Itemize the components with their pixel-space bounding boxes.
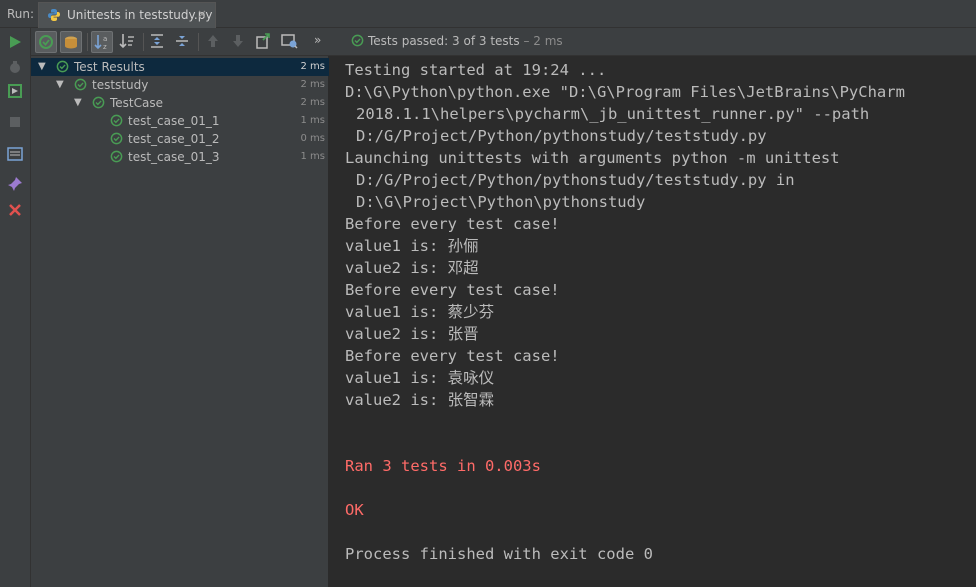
toolbar-overflow-icon[interactable]: » [314, 33, 321, 47]
show-ignored-button[interactable] [60, 31, 82, 53]
tree-row-test-case-01-1[interactable]: test_case_01_1 1 ms [31, 112, 329, 130]
tree-row-label: teststudy [92, 78, 149, 92]
tree-row-label: TestCase [110, 96, 163, 110]
sort-alphabetically-button[interactable]: a z [91, 31, 113, 53]
export-icon [256, 33, 270, 49]
tree-row-duration: 1 ms [300, 115, 326, 126]
console-line: Before every test case! [345, 215, 560, 233]
console-line: value2 is: 张晋 [345, 325, 479, 343]
tree-row-duration: 2 ms [300, 79, 326, 90]
tree-row-test-case-01-3[interactable]: test_case_01_3 1 ms [31, 148, 329, 166]
close-icon[interactable] [7, 202, 23, 218]
check-circle-icon [110, 150, 123, 163]
expand-arrow-icon[interactable]: ▼ [74, 97, 82, 108]
console-line: Launching unittests with arguments pytho… [345, 149, 840, 167]
console-line: Before every test case! [345, 281, 560, 299]
tree-row-label: Test Results [74, 60, 145, 74]
run-side-toolbar [0, 28, 31, 587]
run-tool-window-header: Run: Unittests in teststudy.py × [0, 0, 976, 28]
check-circle-icon [56, 60, 69, 73]
tree-row-duration: 2 ms [300, 97, 326, 108]
layout-icon[interactable] [7, 146, 23, 162]
tab-title: Unittests in teststudy.py [67, 8, 213, 22]
test-status: Tests passed: 3 of 3 tests – 2 ms [351, 34, 563, 48]
console-line: D:/G/Project/Python/pythonstudy/teststud… [356, 127, 767, 145]
run-icon[interactable] [7, 34, 23, 50]
console-line: D:\G\Project\Python\pythonstudy [356, 193, 646, 211]
import-results-button[interactable] [279, 31, 301, 53]
tree-row-duration: 1 ms [300, 151, 326, 162]
sort-duration-icon [119, 34, 134, 49]
sort-by-duration-button[interactable] [117, 31, 139, 53]
console-line: 2018.1.1\helpers\pycharm\_jb_unittest_ru… [356, 105, 870, 123]
tree-row-duration: 2 ms [300, 61, 326, 72]
status-count: 3 of 3 tests [452, 34, 520, 48]
console-line: D:\G\Python\python.exe "D:\G\Program Fil… [345, 83, 905, 101]
svg-text:z: z [103, 43, 107, 51]
collapse-all-button[interactable] [172, 31, 194, 53]
sort-alpha-icon: a z [94, 35, 107, 51]
rerun-failed-icon[interactable] [7, 83, 23, 99]
console-line: Before every test case! [345, 347, 560, 365]
tree-row-test-results[interactable]: ▼ Test Results 2 ms [31, 58, 329, 76]
console-line: Testing started at 19:24 ... [345, 61, 607, 79]
tree-row-test-case-01-2[interactable]: test_case_01_2 0 ms [31, 130, 329, 148]
show-passed-icon [39, 35, 53, 49]
export-results-button[interactable] [253, 31, 275, 53]
show-passed-button[interactable] [35, 31, 57, 53]
expand-all-icon [151, 34, 163, 48]
show-ignored-icon [65, 36, 77, 49]
close-tab-icon[interactable]: × [197, 7, 207, 21]
status-time: – 2 ms [523, 34, 563, 48]
console-line: value1 is: 蔡少芬 [345, 303, 495, 321]
check-circle-icon [110, 114, 123, 127]
debug-icon[interactable] [7, 59, 23, 75]
console-line: value1 is: 孙俪 [345, 237, 479, 255]
check-circle-icon [92, 96, 105, 109]
previous-failed-button[interactable] [203, 31, 225, 53]
run-tab[interactable]: Unittests in teststudy.py × [38, 2, 216, 28]
console-line-ok: OK [345, 501, 364, 519]
check-circle-icon [74, 78, 87, 91]
console-line-exit: Process finished with exit code 0 [345, 545, 653, 563]
console-output[interactable]: Testing started at 19:24 ... D:\G\Python… [330, 56, 976, 587]
status-prefix: Tests passed: [368, 34, 449, 48]
prev-failed-icon [208, 35, 218, 47]
pin-icon[interactable] [7, 176, 23, 192]
tree-row-teststudy[interactable]: ▼ teststudy 2 ms [31, 76, 329, 94]
test-results-tree: ▼ Test Results 2 ms ▼ teststudy 2 ms ▼ T… [31, 56, 329, 587]
python-file-icon [48, 9, 60, 21]
tree-row-label: test_case_01_3 [128, 150, 220, 164]
check-circle-icon [110, 132, 123, 145]
check-circle-icon [351, 34, 364, 47]
collapse-all-icon [176, 36, 188, 46]
expand-arrow-icon[interactable]: ▼ [38, 61, 46, 72]
console-line: value1 is: 袁咏仪 [345, 369, 495, 387]
import-icon [281, 34, 298, 49]
console-line-summary: Ran 3 tests in 0.003s [345, 457, 541, 475]
next-failed-button[interactable] [228, 31, 250, 53]
tree-row-label: test_case_01_2 [128, 132, 220, 146]
run-label: Run: [7, 7, 35, 21]
stop-icon[interactable] [7, 114, 23, 130]
console-line: value2 is: 张智霖 [345, 391, 495, 409]
svg-text:a: a [103, 35, 107, 43]
console-line: value2 is: 邓超 [345, 259, 479, 277]
test-toolbar: a z » Tests passed: 3 of 3 tests – 2 ms [31, 28, 976, 56]
tree-row-duration: 0 ms [300, 133, 326, 144]
tree-row-testcase[interactable]: ▼ TestCase 2 ms [31, 94, 329, 112]
expand-all-button[interactable] [147, 31, 169, 53]
next-failed-icon [233, 35, 243, 47]
tree-row-label: test_case_01_1 [128, 114, 220, 128]
expand-arrow-icon[interactable]: ▼ [56, 79, 64, 90]
console-line: D:/G/Project/Python/pythonstudy/teststud… [356, 171, 795, 189]
